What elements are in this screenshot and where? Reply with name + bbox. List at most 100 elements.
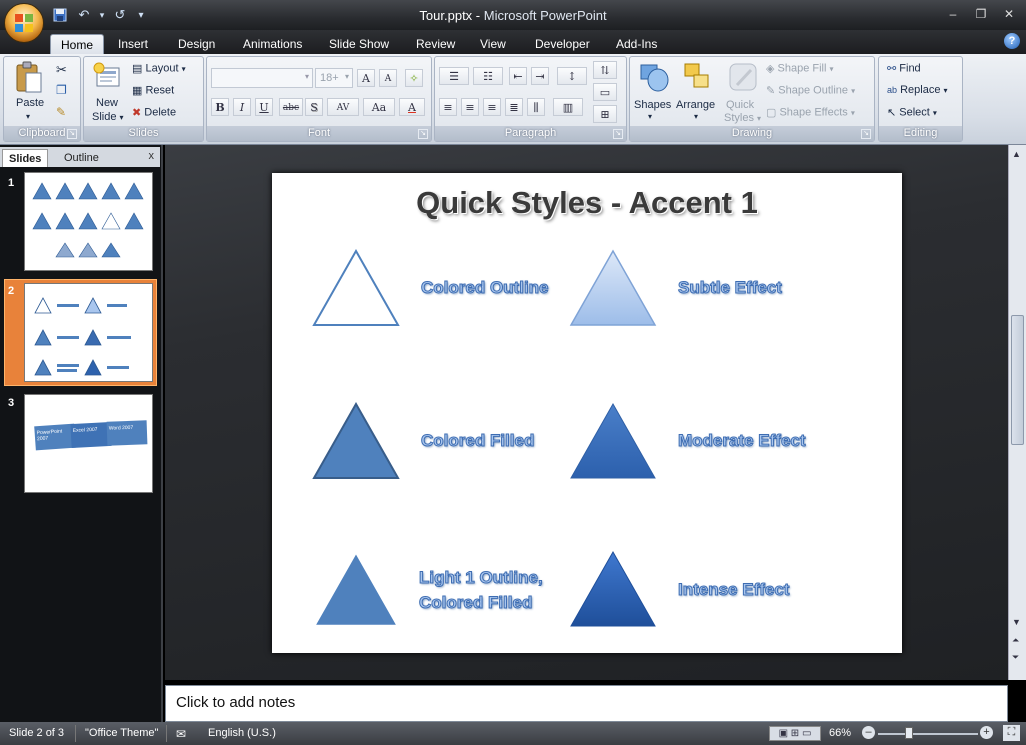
normal-view-icon[interactable]: ▣ (779, 728, 788, 739)
tab-developer[interactable]: Developer (525, 34, 600, 54)
triangle-light1-outline-colored-filled[interactable] (312, 550, 402, 630)
label-colored-outline[interactable]: Colored Outline (421, 275, 549, 300)
bold-button[interactable]: B (211, 98, 229, 116)
triangle-intense-effect[interactable] (569, 550, 659, 630)
justify-icon[interactable]: ≣ (505, 98, 523, 116)
slide-thumbnail-1[interactable] (24, 172, 153, 271)
align-left-icon[interactable]: ≡ (439, 98, 457, 116)
spelling-check-icon[interactable]: ✉ (176, 727, 186, 741)
underline-button[interactable]: U (255, 98, 273, 116)
slide-sorter-icon[interactable]: ⊞ (791, 728, 799, 739)
dialog-launcher-icon[interactable]: ↘ (67, 129, 77, 139)
shape-effects-button[interactable]: ▢ Shape Effects ▾ (766, 106, 855, 119)
minimize-icon[interactable]: – (940, 4, 966, 24)
reset-button[interactable]: ▦ Reset (132, 84, 174, 97)
numbering-icon[interactable]: ☷ (473, 67, 503, 85)
label-light1-outline[interactable]: Light 1 Outline, Colored Filled (419, 565, 544, 615)
next-slide-icon[interactable]: ⏷ (1012, 652, 1019, 663)
close-icon[interactable]: x (149, 150, 155, 162)
align-center-icon[interactable]: ≡ (461, 98, 479, 116)
close-icon[interactable]: ✕ (996, 4, 1022, 24)
slide-show-icon[interactable]: ▭ (802, 728, 811, 739)
font-color-button[interactable]: A (399, 98, 425, 116)
shape-outline-button[interactable]: ✎ Shape Outline ▾ (766, 84, 855, 97)
columns-icon[interactable]: ▥ (553, 98, 583, 116)
help-icon[interactable]: ? (1004, 33, 1020, 49)
tab-add-ins[interactable]: Add-Ins (606, 34, 667, 54)
slide-thumbnail-2[interactable] (24, 283, 153, 382)
new-slide-label[interactable]: New (96, 97, 118, 109)
label-moderate-effect[interactable]: Moderate Effect (678, 428, 807, 453)
zoom-out-icon[interactable]: – (862, 726, 875, 739)
language[interactable]: English (U.S.) (208, 727, 276, 739)
change-case-button[interactable]: Aa (363, 98, 395, 116)
slide-thumbnail-3[interactable]: PowerPoint 2007 Excel 2007 Word 2007 (24, 394, 153, 493)
increase-indent-icon[interactable]: ⇥ (531, 67, 549, 85)
new-slide-icon[interactable] (92, 61, 122, 94)
format-painter-icon[interactable]: ✎ (56, 105, 66, 119)
label-intense-effect[interactable]: Intense Effect (677, 577, 789, 602)
select-button[interactable]: ↖ Select ▾ (887, 106, 937, 119)
tab-slides[interactable]: Slides (2, 149, 49, 167)
distributed-icon[interactable]: ⫼ (527, 98, 545, 116)
tab-view[interactable]: View (470, 34, 516, 54)
new-slide-label-2[interactable]: Slide ▾ (92, 111, 124, 123)
tab-insert[interactable]: Insert (108, 34, 158, 54)
notes-pane[interactable]: Click to add notes (165, 685, 1008, 722)
dialog-launcher-icon[interactable]: ↘ (861, 129, 871, 139)
notes-placeholder[interactable]: Click to add notes (176, 694, 295, 711)
arrange-icon[interactable] (682, 61, 712, 96)
scroll-up-icon[interactable]: ▲ (1012, 149, 1021, 159)
character-spacing-button[interactable]: AV (327, 98, 359, 116)
shadow-button[interactable]: S (305, 98, 323, 116)
fit-to-window-icon[interactable]: ⛶ (1003, 725, 1020, 741)
strikethrough-button[interactable]: abc (279, 98, 303, 116)
zoom-level[interactable]: 66% (829, 727, 851, 739)
restore-icon[interactable]: ❐ (968, 4, 994, 24)
shapes-button[interactable]: Shapes (634, 99, 671, 111)
chevron-down-icon[interactable]: ▾ (694, 112, 698, 121)
triangle-colored-filled[interactable] (312, 402, 402, 482)
shape-fill-button[interactable]: ◈ Shape Fill ▾ (766, 62, 834, 75)
shrink-font-button[interactable]: A (379, 69, 397, 87)
cut-icon[interactable]: ✂ (56, 62, 67, 78)
chevron-down-icon[interactable]: ▾ (26, 112, 30, 121)
clear-format-icon[interactable]: ✧ (405, 69, 423, 87)
zoom-slider-thumb[interactable] (905, 727, 913, 739)
find-button[interactable]: ⚯ Find (887, 62, 921, 75)
vertical-scrollbar[interactable]: ▲ ▼ ⏶ ⏷ (1008, 145, 1026, 680)
previous-slide-icon[interactable]: ⏶ (1012, 635, 1019, 646)
align-right-icon[interactable]: ≡ (483, 98, 501, 116)
tab-design[interactable]: Design (168, 34, 225, 54)
triangle-moderate-effect[interactable] (569, 402, 659, 482)
tab-animations[interactable]: Animations (233, 34, 312, 54)
scroll-down-icon[interactable]: ▼ (1012, 617, 1021, 627)
tab-outline[interactable]: Outline (58, 149, 105, 167)
office-button[interactable] (4, 3, 44, 43)
align-text-icon[interactable]: ▭ (593, 83, 617, 101)
text-direction-icon[interactable]: ⇅ (593, 61, 617, 79)
layout-button[interactable]: ▤ Layout ▾ (132, 62, 186, 75)
paste-button[interactable]: Paste (16, 97, 44, 109)
font-size-box[interactable]: 18+ ▾ (315, 68, 353, 88)
bullets-icon[interactable]: ☰ (439, 67, 469, 85)
replace-button[interactable]: ab Replace ▾ (887, 84, 948, 96)
quick-styles-label[interactable]: Quick (726, 99, 754, 111)
dialog-launcher-icon[interactable]: ↘ (613, 129, 623, 139)
shapes-icon[interactable] (638, 61, 670, 96)
tab-home[interactable]: Home (50, 34, 105, 54)
zoom-in-icon[interactable]: + (980, 726, 993, 739)
slide-title[interactable]: Quick Styles - Accent 1 (272, 185, 902, 221)
tab-slide-show[interactable]: Slide Show (319, 34, 399, 54)
quick-styles-icon[interactable] (728, 62, 758, 95)
tab-review[interactable]: Review (406, 34, 465, 54)
arrange-button[interactable]: Arrange (676, 99, 715, 111)
quick-styles-label-2[interactable]: Styles ▾ (724, 112, 761, 124)
dialog-launcher-icon[interactable]: ↘ (418, 129, 428, 139)
label-colored-filled[interactable]: Colored Filled (420, 428, 534, 453)
copy-icon[interactable]: ❐ (56, 83, 67, 97)
paste-icon[interactable] (14, 61, 44, 98)
grow-font-button[interactable]: A (357, 69, 375, 87)
triangle-subtle-effect[interactable] (569, 249, 659, 329)
chevron-down-icon[interactable]: ▾ (648, 112, 652, 121)
